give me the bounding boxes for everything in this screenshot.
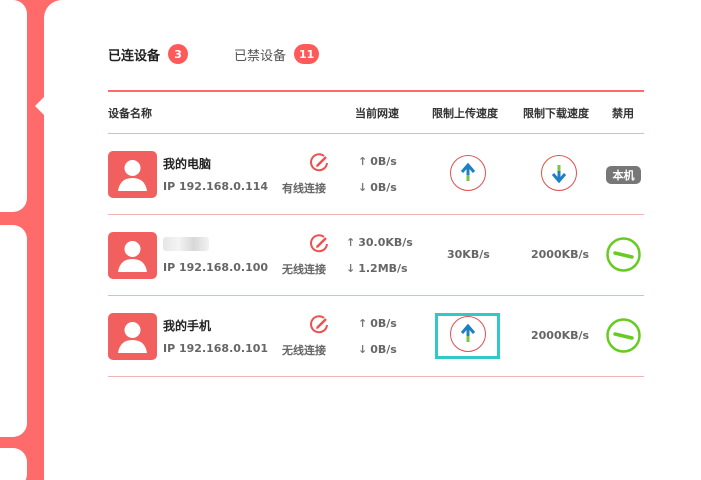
col-upload-limit: 限制上传速度 [432, 107, 498, 120]
blurred-device-name [163, 237, 209, 251]
tab-label: 已禁设备 [234, 48, 287, 64]
table-row: 我的电脑 IP 192.168.0.114 有线连接 ↑ 0B/s ↓ 0B/s 本… [108, 134, 644, 215]
upload-speed: ↑ 0B/s [358, 317, 397, 330]
device-ip: IP 192.168.0.100 [163, 261, 269, 274]
col-ban: 禁用 [612, 107, 634, 120]
tab-bar: 已连设备 3 已禁设备 11 [108, 42, 365, 66]
edit-icon[interactable] [308, 233, 330, 255]
col-current-speed: 当前网速 [355, 107, 399, 120]
sidebar-segment [0, 448, 27, 480]
connection-type: 无线连接 [282, 344, 326, 357]
device-ip: IP 192.168.0.114 [163, 180, 269, 193]
upload-speed-value: 30.0KB/s [358, 236, 413, 249]
count-badge: 3 [168, 44, 189, 64]
sidebar-segment [0, 0, 27, 212]
panel-pointer [35, 97, 44, 115]
upload-speed-value: 0B/s [370, 317, 397, 330]
download-speed-value: 0B/s [370, 181, 397, 194]
device-name: 我的手机 [163, 319, 212, 333]
upload-speed: ↑ 30.0KB/s [346, 236, 413, 249]
sidebar-segment [0, 225, 27, 437]
upload-speed: ↑ 0B/s [358, 155, 397, 168]
download-speed-value: 0B/s [370, 343, 397, 356]
this-device-badge: 本机 [606, 166, 641, 184]
connection-type: 无线连接 [282, 263, 326, 276]
upload-speed-value: 0B/s [370, 155, 397, 168]
tab-label: 已连设备 [108, 48, 161, 64]
tab-banned-devices[interactable]: 已禁设备 11 [234, 44, 320, 64]
col-device-name: 设备名称 [108, 107, 152, 120]
download-limit-value[interactable]: 2000KB/s [531, 248, 589, 261]
focus-highlight [435, 313, 500, 359]
connection-type: 有线连接 [282, 182, 326, 195]
tab-connected-devices[interactable]: 已连设备 3 [108, 44, 189, 64]
download-speed: ↓ 0B/s [358, 181, 397, 194]
download-speed: ↓ 1.2MB/s [346, 262, 408, 275]
user-avatar-icon [108, 313, 157, 360]
ban-icon[interactable] [606, 318, 641, 353]
user-avatar-icon [108, 232, 157, 279]
download-limit-value[interactable]: 2000KB/s [531, 329, 589, 342]
ban-icon[interactable] [606, 237, 641, 272]
upload-limit-value[interactable]: 30KB/s [447, 248, 490, 261]
upload-limit-button[interactable] [450, 155, 486, 191]
table-row: 我的手机 IP 192.168.0.101 无线连接 ↑ 0B/s ↓ 0B/s 2… [108, 296, 644, 377]
device-name: 我的电脑 [163, 157, 212, 171]
download-limit-button[interactable] [541, 155, 577, 191]
user-avatar-icon [108, 151, 157, 198]
table-row: IP 192.168.0.100 无线连接 ↑ 30.0KB/s ↓ 1.2MB/s… [108, 215, 644, 296]
device-ip: IP 192.168.0.101 [163, 342, 269, 355]
download-arrow-icon [551, 165, 567, 183]
col-download-limit: 限制下载速度 [523, 107, 589, 120]
edit-icon[interactable] [308, 152, 330, 174]
count-badge: 11 [294, 44, 320, 64]
upload-arrow-icon [460, 163, 476, 181]
download-speed: ↓ 0B/s [358, 343, 397, 356]
edit-icon[interactable] [308, 314, 330, 336]
download-speed-value: 1.2MB/s [358, 262, 408, 275]
table-header: 设备名称 当前网速 限制上传速度 限制下载速度 禁用 [108, 92, 644, 134]
